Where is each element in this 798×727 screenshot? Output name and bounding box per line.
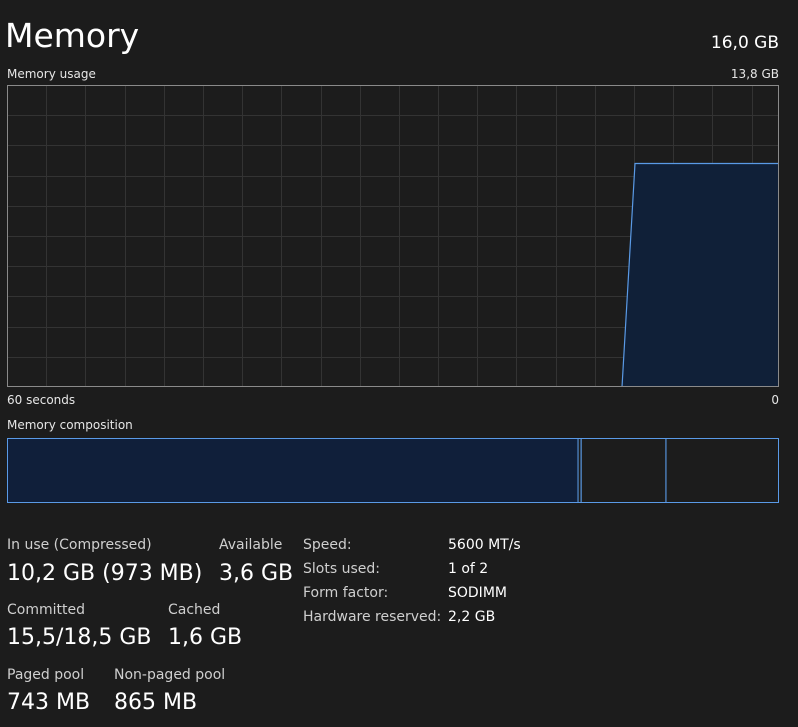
spec-value-speed: 5600 MT/s (448, 537, 521, 553)
in-use-label: In use (Compressed) (7, 537, 152, 553)
in-use-value: 10,2 GB (973 MB) (7, 561, 203, 586)
cached-value: 1,6 GB (168, 625, 243, 650)
paged-pool-value: 743 MB (7, 690, 91, 715)
committed-label: Committed (7, 602, 85, 618)
graph-end-label: 0 (771, 393, 779, 407)
memory-usage-graph (7, 85, 779, 387)
spec-label-slots: Slots used: (303, 561, 380, 577)
spec-value-hardware-reserved: 2,2 GB (448, 609, 496, 625)
committed-value: 15,5/18,5 GB (7, 625, 152, 650)
total-memory: 16,0 GB (710, 33, 779, 53)
cached-label: Cached (168, 602, 221, 618)
page-title: Memory (5, 16, 140, 55)
spec-label-hardware-reserved: Hardware reserved: (303, 609, 442, 625)
available-label: Available (219, 537, 283, 553)
spec-label-form-factor: Form factor: (303, 585, 389, 601)
nonpaged-pool-value: 865 MB (114, 690, 198, 715)
spec-label-speed: Speed: (303, 537, 352, 553)
paged-pool-label: Paged pool (7, 667, 85, 683)
composition-free-segment[interactable] (665, 438, 779, 503)
memory-composition-label: Memory composition (7, 418, 133, 432)
composition-in-use-segment[interactable] (7, 438, 579, 503)
spec-value-slots: 1 of 2 (448, 561, 489, 577)
usage-area (622, 163, 779, 387)
memory-composition-bar[interactable] (7, 438, 779, 503)
composition-standby-segment[interactable] (580, 438, 667, 503)
memory-usage-label: Memory usage (7, 67, 96, 81)
memory-usage-max: 13,8 GB (730, 67, 779, 81)
graph-time-label: 60 seconds (7, 393, 76, 407)
memory-panel: Memory 16,0 GB Memory usage 13,8 GB 60 s… (0, 0, 798, 727)
nonpaged-pool-label: Non-paged pool (114, 667, 226, 683)
spec-value-form-factor: SODIMM (448, 585, 507, 601)
available-value: 3,6 GB (219, 561, 294, 586)
